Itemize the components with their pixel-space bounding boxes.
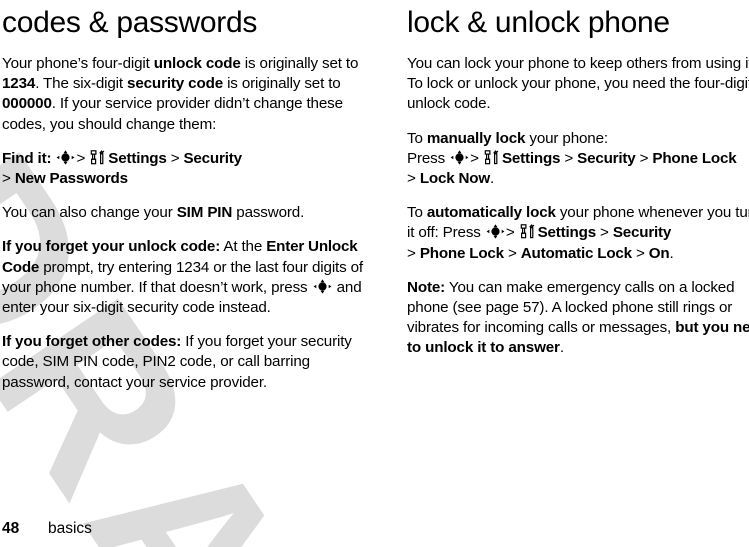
find-it-label: Find it: — [2, 149, 52, 167]
note-label: Note: — [407, 278, 446, 296]
text-run: is originally set to — [223, 75, 341, 93]
menu-phone-lock: Phone Lock — [652, 149, 737, 167]
left-paragraph-1: Your phone’s four-digit unlock code is o… — [2, 54, 364, 135]
menu-security: Security — [183, 149, 243, 167]
path-separator: > — [2, 170, 11, 188]
menu-settings: Settings — [108, 149, 167, 167]
bold-run: manually lock — [426, 129, 526, 147]
text-run: . If your service provider didn’t change… — [2, 95, 343, 133]
bold-run: unlock code — [153, 55, 241, 72]
menu-security: Security — [577, 149, 636, 167]
menu-lock-now: Lock Now — [419, 170, 490, 188]
bold-run: 1234 — [2, 75, 36, 93]
text-run: . — [489, 170, 495, 188]
text-run: is originally set to — [240, 55, 359, 72]
menu-security: Security — [612, 224, 672, 242]
bold-run: SIM PIN — [176, 204, 233, 222]
path-separator: > — [564, 149, 574, 167]
navigation-key-icon — [450, 150, 469, 165]
right-paragraph-1: You can lock your phone to keep others f… — [407, 55, 749, 113]
chapter-name: basics — [48, 520, 92, 537]
left-column: codes & passwords Your phone’s four-digi… — [2, 0, 364, 407]
path-separator: > — [600, 224, 609, 242]
path-separator: > — [635, 244, 645, 262]
text-run: . — [559, 339, 564, 357]
text-run: . — [669, 244, 674, 262]
navigation-key-icon — [486, 224, 505, 240]
text-run: password. — [232, 204, 305, 222]
settings-tools-icon — [90, 149, 106, 165]
settings-tools-icon — [484, 149, 500, 165]
bold-lead: If you forget your unlock code: — [2, 238, 221, 256]
menu-on: On — [648, 244, 670, 262]
text-run: Press — [407, 149, 450, 167]
text-run: prompt, try entering 1234 or the last fo… — [2, 258, 363, 296]
left-paragraph-3: If you forget your unlock code: At the E… — [2, 237, 364, 318]
menu-settings: Settings — [501, 149, 561, 167]
right-note-paragraph: Note: You can make emergency calls on a … — [407, 278, 749, 359]
path-separator: > — [407, 244, 416, 262]
text-run: At the — [220, 238, 267, 256]
path-separator: > — [76, 149, 86, 167]
menu-automatic-lock: Automatic Lock — [520, 244, 632, 262]
right-section-title: lock & unlock phone — [407, 6, 670, 39]
manual-page: DRAFT codes & passwords Your phone’s fou… — [0, 0, 749, 547]
path-separator: > — [470, 149, 479, 167]
text-run: Your phone’s four-digit — [2, 55, 154, 72]
text-run: You can also change your — [2, 204, 177, 222]
navigation-key-icon — [313, 279, 332, 294]
two-column-body: codes & passwords Your phone’s four-digi… — [0, 0, 749, 407]
left-paragraph-2: You can also change your SIM PIN passwor… — [2, 203, 364, 223]
settings-tools-icon — [520, 224, 536, 239]
path-separator: > — [505, 224, 515, 242]
right-automatic-lock-path: To automatically lock your phone wheneve… — [407, 203, 749, 264]
right-manual-lock-path: To manually lock your phone: Press > Sett… — [407, 129, 749, 190]
bold-run: 000000 — [2, 95, 52, 113]
text-run: To — [407, 129, 427, 147]
right-column: lock & unlock phone You can lock your ph… — [407, 0, 749, 407]
bold-lead: If you forget other codes: — [2, 333, 182, 351]
left-paragraph-4: If you forget other codes: If you forget… — [2, 332, 364, 393]
bold-run: security code — [127, 75, 224, 93]
menu-settings: Settings — [537, 224, 597, 242]
path-separator: > — [507, 244, 517, 262]
navigation-key-icon — [56, 150, 75, 165]
left-section-title: codes & passwords — [2, 6, 258, 39]
page-number: 48 — [2, 520, 20, 537]
menu-new-passwords: New Passwords — [14, 170, 128, 188]
text-run: To — [407, 204, 427, 222]
page-footer: 48 basics — [2, 520, 92, 538]
menu-phone-lock: Phone Lock — [419, 244, 504, 262]
text-run: . The six-digit — [35, 75, 128, 93]
text-run: your phone: — [525, 129, 608, 147]
bold-run: automatically lock — [426, 204, 556, 222]
left-find-it-path: Find it: > Settings > Security > New Pass… — [2, 149, 364, 189]
path-separator: > — [407, 170, 416, 188]
